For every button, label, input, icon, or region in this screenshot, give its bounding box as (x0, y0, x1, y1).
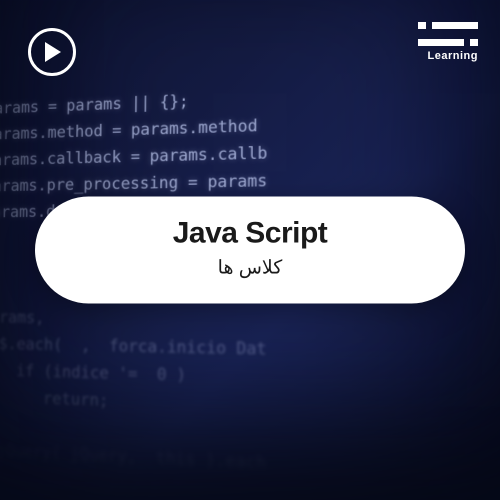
brand-label: Learning (428, 50, 478, 62)
title-card: Java Script کلاس ها (35, 197, 465, 304)
course-title: Java Script (65, 217, 435, 251)
course-subtitle: کلاس ها (65, 257, 435, 280)
play-icon (43, 42, 61, 62)
play-button[interactable] (28, 28, 76, 76)
brand-logo: Learning (418, 22, 478, 62)
brand-mark-icon (418, 22, 478, 46)
